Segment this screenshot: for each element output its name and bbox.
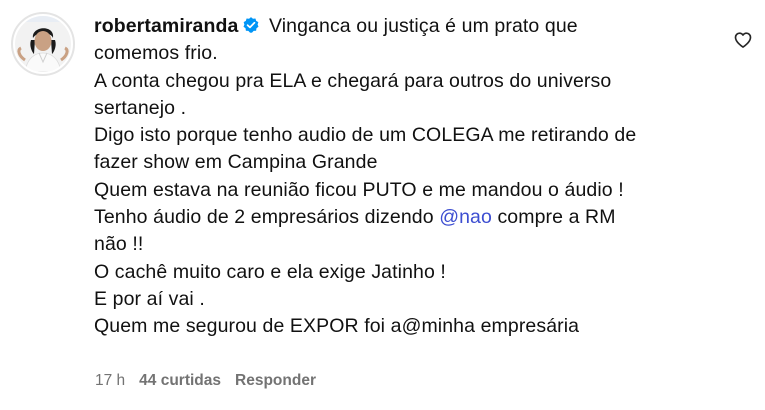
comment-text-line-10: O cachê muito caro e ela exige Jatinho ! <box>94 260 446 283</box>
comment-text-line-12: Quem me segurou de EXPOR foi a@minha emp… <box>94 315 580 338</box>
comment: robertamiranda Vinganca ou justiça é um … <box>0 0 765 410</box>
comment-text-line-8: Tenho áudio de 2 empresários dizendo <box>94 206 440 229</box>
comment-text-line-8-suffix: compre a RM <box>491 206 616 229</box>
comment-text-line-4: sertanejo . <box>94 96 187 119</box>
comment-text-line-3: A conta chegou pra ELA e chegará para ou… <box>94 69 612 92</box>
timestamp[interactable]: 17 h <box>95 372 125 390</box>
comment-text-line-9: não !! <box>94 233 144 256</box>
heart-outline-icon[interactable] <box>733 30 753 50</box>
comment-text-line-1: Vinganca ou justiça é um prato que <box>268 15 578 37</box>
avatar[interactable] <box>11 12 75 76</box>
comment-text-line-7: Quem estava na reunião ficou PUTO e me m… <box>94 178 624 201</box>
comment-text-line-2: comemos frio. <box>94 42 218 65</box>
comment-body: robertamiranda Vinganca ou justiça é um … <box>94 13 714 341</box>
comment-text-line-5: Digo isto porque tenho audio de um COLEG… <box>94 124 637 147</box>
comment-text-line-6: fazer show em Campina Grande <box>94 151 378 174</box>
comment-text-line-11: E por aí vai . <box>94 287 205 310</box>
comment-line: robertamiranda Vinganca ou justiça é um … <box>94 13 714 40</box>
comment-line: Tenho áudio de 2 empresários dizendo @na… <box>94 204 714 231</box>
verified-badge-icon <box>243 17 259 33</box>
username[interactable]: robertamiranda <box>94 15 238 37</box>
avatar-photo <box>15 16 71 72</box>
likes-count[interactable]: 44 curtidas <box>139 372 221 390</box>
comment-meta: 17 h 44 curtidas Responder <box>95 372 316 390</box>
comment-text: robertamiranda Vinganca ou justiça é um … <box>94 13 714 341</box>
mention-link[interactable]: @nao <box>439 206 492 228</box>
reply-button[interactable]: Responder <box>235 372 316 390</box>
